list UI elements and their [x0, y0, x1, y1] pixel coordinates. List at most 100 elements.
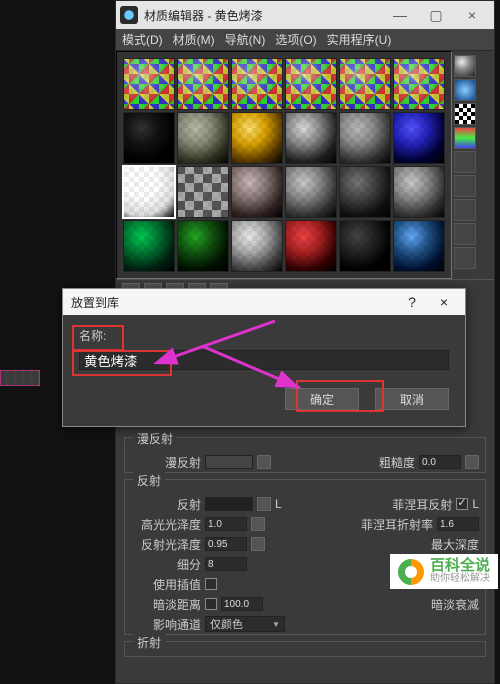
dialog-title: 放置到库	[71, 294, 119, 311]
close-button[interactable]: ×	[454, 7, 490, 23]
refract-group: 折射	[124, 641, 486, 657]
backlight-button[interactable]	[454, 79, 476, 101]
side-toolbar	[452, 51, 478, 279]
tool-button[interactable]	[454, 223, 476, 245]
tool-button[interactable]	[454, 199, 476, 221]
sample-slot-selected[interactable]	[123, 166, 175, 218]
menu-material[interactable]: 材质(M)	[173, 31, 215, 48]
dim-dist-label: 暗淡距离	[131, 596, 201, 613]
tool-button[interactable]	[454, 127, 476, 149]
chevron-down-icon: ▼	[272, 620, 280, 629]
tool-button[interactable]	[454, 247, 476, 269]
viewport-fragment	[0, 370, 40, 386]
sample-slot[interactable]	[339, 166, 391, 218]
maximize-button[interactable]: ▢	[418, 7, 454, 24]
sample-slot[interactable]	[393, 166, 445, 218]
sample-grid	[116, 51, 452, 279]
sample-slot[interactable]	[285, 220, 337, 272]
diffuse-group: 漫反射 漫反射 粗糙度 0.0	[124, 437, 486, 473]
diffuse-color[interactable]	[205, 455, 253, 469]
fresnel-label: 菲涅耳反射	[392, 496, 452, 513]
dialog-body: 名称: 确定 取消	[63, 315, 465, 426]
dialog-titlebar: 放置到库 ? ×	[63, 289, 465, 315]
reflect-color[interactable]	[205, 497, 253, 511]
roughness-spinner[interactable]: 0.0	[419, 455, 461, 469]
sample-slot[interactable]	[231, 112, 283, 164]
diffuse-map-button[interactable]	[257, 455, 271, 469]
window-title: 材质编辑器 - 黄色烤漆	[144, 7, 382, 24]
group-legend: 反射	[133, 472, 165, 489]
sample-slot[interactable]	[231, 220, 283, 272]
affect-label: 影响通道	[131, 616, 201, 633]
sample-slot[interactable]	[339, 220, 391, 272]
name-label: 名称:	[79, 327, 449, 344]
menu-options[interactable]: 选项(O)	[275, 31, 316, 48]
group-legend: 折射	[133, 634, 165, 651]
dim-dist-spinner[interactable]: 100.0	[221, 597, 263, 611]
sample-slot[interactable]	[177, 112, 229, 164]
roughness-label: 粗糙度	[359, 454, 415, 471]
tool-button[interactable]	[454, 175, 476, 197]
cancel-button[interactable]: 取消	[375, 388, 449, 410]
dim-dist-checkbox[interactable]	[205, 598, 217, 610]
tool-button[interactable]	[454, 151, 476, 173]
sample-slot[interactable]	[123, 112, 175, 164]
sample-slot[interactable]	[393, 58, 445, 110]
minimize-button[interactable]: —	[382, 7, 418, 23]
affect-dropdown[interactable]: 仅颜色 ▼	[205, 616, 285, 632]
menubar: 模式(D) 材质(M) 导航(N) 选项(O) 实用程序(U)	[116, 29, 494, 51]
l-label: L	[275, 497, 282, 511]
gloss-hi-label: 高光光泽度	[131, 516, 201, 533]
gloss-ref-spinner[interactable]: 0.95	[205, 537, 247, 551]
dialog-close-button[interactable]: ×	[431, 294, 457, 310]
subdiv-label: 细分	[131, 556, 201, 573]
fresnel-ior-label: 菲涅耳折射率	[361, 516, 433, 533]
reflect-label: 反射	[131, 496, 201, 513]
menu-utilities[interactable]: 实用程序(U)	[327, 31, 392, 48]
sample-slot[interactable]	[123, 58, 175, 110]
background-button[interactable]	[454, 103, 476, 125]
reflect-map-button[interactable]	[257, 497, 271, 511]
sample-slot[interactable]	[177, 220, 229, 272]
watermark-line1: 百科全说	[430, 558, 490, 573]
max-depth-label: 最大深度	[431, 536, 479, 553]
help-button[interactable]: ?	[399, 294, 425, 310]
sample-slot[interactable]	[285, 112, 337, 164]
fresnel-checkbox[interactable]	[456, 498, 468, 510]
sample-slot[interactable]	[339, 112, 391, 164]
group-legend: 漫反射	[133, 430, 177, 447]
watermark-logo-icon	[398, 559, 424, 585]
sample-slot[interactable]	[123, 220, 175, 272]
dim-falloff-label: 暗淡衰减	[431, 596, 479, 613]
gloss-ref-map-button[interactable]	[251, 537, 265, 551]
gloss-hi-spinner[interactable]: 1.0	[205, 517, 247, 531]
sample-slot[interactable]	[177, 166, 229, 218]
roughness-map-button[interactable]	[465, 455, 479, 469]
fresnel-ior-spinner[interactable]: 1.6	[437, 517, 479, 531]
sample-slot[interactable]	[339, 58, 391, 110]
sample-slot[interactable]	[393, 220, 445, 272]
sample-slot[interactable]	[285, 58, 337, 110]
subdiv-spinner[interactable]: 8	[205, 557, 247, 571]
sample-slot[interactable]	[177, 58, 229, 110]
put-to-library-dialog: 放置到库 ? × 名称: 确定 取消	[62, 288, 466, 427]
sample-type-button[interactable]	[454, 55, 476, 77]
ok-button[interactable]: 确定	[285, 388, 359, 410]
diffuse-label: 漫反射	[131, 454, 201, 471]
watermark: 百科全说 助你轻松解决	[390, 554, 498, 589]
menu-navigate[interactable]: 导航(N)	[225, 31, 266, 48]
sample-slot[interactable]	[231, 166, 283, 218]
sample-panel	[116, 51, 494, 279]
name-input[interactable]	[79, 350, 449, 370]
sample-slot[interactable]	[231, 58, 283, 110]
gloss-ref-label: 反射光泽度	[131, 536, 201, 553]
sample-slot[interactable]	[393, 112, 445, 164]
sample-slot[interactable]	[285, 166, 337, 218]
watermark-line2: 助你轻松解决	[430, 573, 490, 585]
titlebar: 材质编辑器 - 黄色烤漆 — ▢ ×	[116, 1, 494, 29]
menu-mode[interactable]: 模式(D)	[122, 31, 163, 48]
app-icon	[120, 6, 138, 24]
affect-value: 仅颜色	[210, 616, 243, 632]
gloss-hi-map-button[interactable]	[251, 517, 265, 531]
interp-checkbox[interactable]	[205, 578, 217, 590]
